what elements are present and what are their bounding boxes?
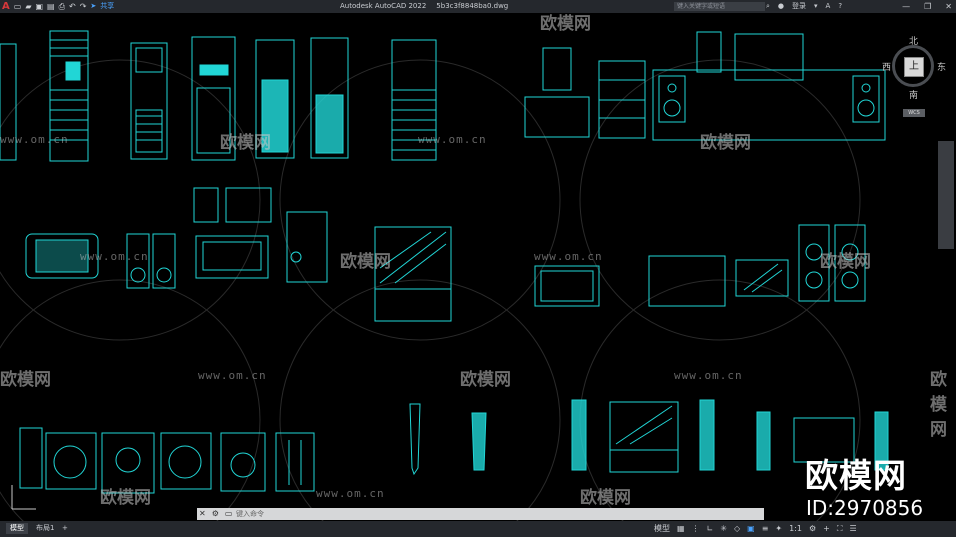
washer-side [19, 427, 43, 489]
login-button[interactable]: 登录 [792, 1, 806, 12]
command-input[interactable]: 键入命令 [236, 509, 264, 519]
washer-3 [160, 432, 212, 490]
viewcube[interactable]: 北 西 东 南 上 [882, 34, 946, 101]
watermark-site-6: www.om.cn [674, 369, 743, 382]
status-tools: 模型 ▦ ⋮ ∟ ✳ ◇ ▣ ≡ ✦ 1:1 ⚙ + ⛶ ☰ [654, 523, 857, 535]
cad-drawing [0, 30, 889, 521]
viewcube-top-face[interactable]: 上 [904, 57, 924, 77]
autocad-app-icon[interactable]: A [2, 1, 10, 12]
snap-icon[interactable]: ⋮ [692, 523, 700, 535]
window-controls: — ❐ ✕ [902, 1, 952, 12]
watermark-logo-7: 欧模网 [460, 370, 511, 390]
titlebar-tools: ⌕ ● 登录 ▾ A ? [766, 1, 842, 12]
command-line-tools: ✕ ⚙ ▭ [199, 509, 232, 519]
brand-logo: 欧模网 [805, 456, 907, 495]
hamburger-icon[interactable]: ☰ [849, 523, 856, 535]
restore-icon[interactable]: ❐ [924, 1, 931, 12]
help-icon[interactable]: ? [838, 1, 842, 12]
customize-icon[interactable]: ⚙ [212, 509, 219, 519]
viewcube-south[interactable]: 南 [909, 88, 918, 101]
ortho-icon[interactable]: ∟ [707, 523, 714, 535]
plot-icon[interactable]: ⎙ [59, 1, 65, 12]
tv-3 [534, 265, 600, 307]
share-button[interactable]: 共享 [100, 1, 114, 12]
close-icon[interactable]: ✕ [945, 1, 952, 12]
add-layout-button[interactable]: + [58, 523, 72, 534]
tower-speaker-1 [409, 403, 421, 476]
watermark-site-3: www.om.cn [80, 250, 149, 263]
watermark-logo-3: 欧模网 [700, 133, 751, 153]
command-prompt-icon[interactable]: ▭ [225, 509, 233, 519]
osnap-icon[interactable]: ▣ [747, 523, 755, 535]
new-icon[interactable]: ▭ [14, 1, 22, 12]
watermark-logo-1: 欧模网 [540, 14, 591, 34]
share-arrow-icon[interactable]: ➤ [90, 1, 96, 12]
search-input[interactable]: 键入关键字或短语 [674, 2, 765, 11]
gear-icon[interactable]: ⚙ [809, 523, 816, 535]
autodesk-a-icon[interactable]: A [826, 1, 831, 12]
close-command-icon[interactable]: ✕ [199, 509, 206, 519]
file-name: 5b3c3f8848ba0.dwg [436, 2, 509, 10]
saveas-icon[interactable]: ▤ [47, 1, 55, 12]
wcs-menu[interactable]: WCS [903, 109, 925, 117]
search-icon[interactable]: ⌕ [766, 1, 770, 12]
tab-model[interactable]: 模型 [6, 523, 28, 534]
watermark-logo-4: 欧模网 [340, 252, 391, 272]
watermark-site-5: www.om.cn [198, 369, 267, 382]
viewcube-east[interactable]: 东 [937, 60, 946, 73]
model-space-canvas[interactable]: www.om.cn www.om.cn www.om.cn www.om.cn … [0, 13, 956, 521]
open-icon[interactable]: ▰ [25, 1, 31, 12]
navigation-bar[interactable] [938, 141, 954, 249]
watermark-site-7: www.om.cn [316, 487, 385, 500]
lineweight-icon[interactable]: ≡ [762, 523, 769, 535]
tab-layout1[interactable]: 布局1 [32, 523, 58, 534]
tv-5 [735, 259, 789, 297]
watermark-site-1: www.om.cn [0, 133, 69, 146]
tv-side [286, 211, 328, 283]
isodraft-icon[interactable]: ◇ [734, 523, 740, 535]
plus-icon[interactable]: + [823, 523, 830, 535]
watermark-site-4: www.om.cn [534, 250, 603, 263]
viewcube-north[interactable]: 北 [909, 34, 918, 47]
brand-id: ID:2970856 [806, 496, 924, 520]
watermark-site-2: www.om.cn [418, 133, 487, 146]
cart-icon[interactable]: ▾ [814, 1, 818, 12]
scale-label[interactable]: 1:1 [789, 523, 802, 535]
title-bar: A ▭ ▰ ▣ ▤ ⎙ ↶ ↷ ➤ 共享 Autodesk AutoCAD 20… [0, 0, 956, 13]
quick-access-toolbar: A ▭ ▰ ▣ ▤ ⎙ ↶ ↷ ➤ 共享 [2, 1, 114, 12]
tower-speaker-2 [571, 399, 587, 471]
save-icon[interactable]: ▣ [35, 1, 43, 12]
watermark-logo-2: 欧模网 [220, 133, 271, 153]
redo-icon[interactable]: ↷ [80, 1, 87, 12]
watermark-logo-8: 欧模网 [930, 370, 947, 440]
window-title: Autodesk AutoCAD 2022 5b3c3f8848ba0.dwg [340, 2, 508, 10]
watermark-logo-10: 欧模网 [580, 488, 631, 508]
minimize-icon[interactable]: — [902, 1, 910, 12]
app-name: Autodesk AutoCAD 2022 [340, 2, 427, 10]
washer-1 [45, 432, 97, 490]
grid-icon[interactable]: ▦ [677, 523, 685, 535]
watermark-logo-6: 欧模网 [0, 370, 51, 390]
fullscreen-icon[interactable]: ⛶ [837, 523, 843, 535]
status-bar: 模型 布局1 + 模型 ▦ ⋮ ∟ ✳ ◇ ▣ ≡ ✦ 1:1 ⚙ + ⛶ ☰ [0, 521, 956, 537]
watermark-logo-9: 欧模网 [100, 488, 151, 508]
ucs-icon [11, 485, 36, 510]
watermark-logo-5: 欧模网 [820, 252, 871, 272]
tv-4 [648, 255, 726, 307]
tv-stand-1 [524, 96, 590, 138]
speaker-2 [152, 233, 176, 289]
undo-icon[interactable]: ↶ [69, 1, 76, 12]
command-line[interactable] [197, 508, 764, 520]
user-icon[interactable]: ● [778, 1, 784, 12]
viewcube-west[interactable]: 西 [882, 60, 891, 73]
model-space-label[interactable]: 模型 [654, 523, 670, 535]
polar-icon[interactable]: ✳ [720, 523, 727, 535]
annotation-scale-icon[interactable]: ✦ [775, 523, 782, 535]
